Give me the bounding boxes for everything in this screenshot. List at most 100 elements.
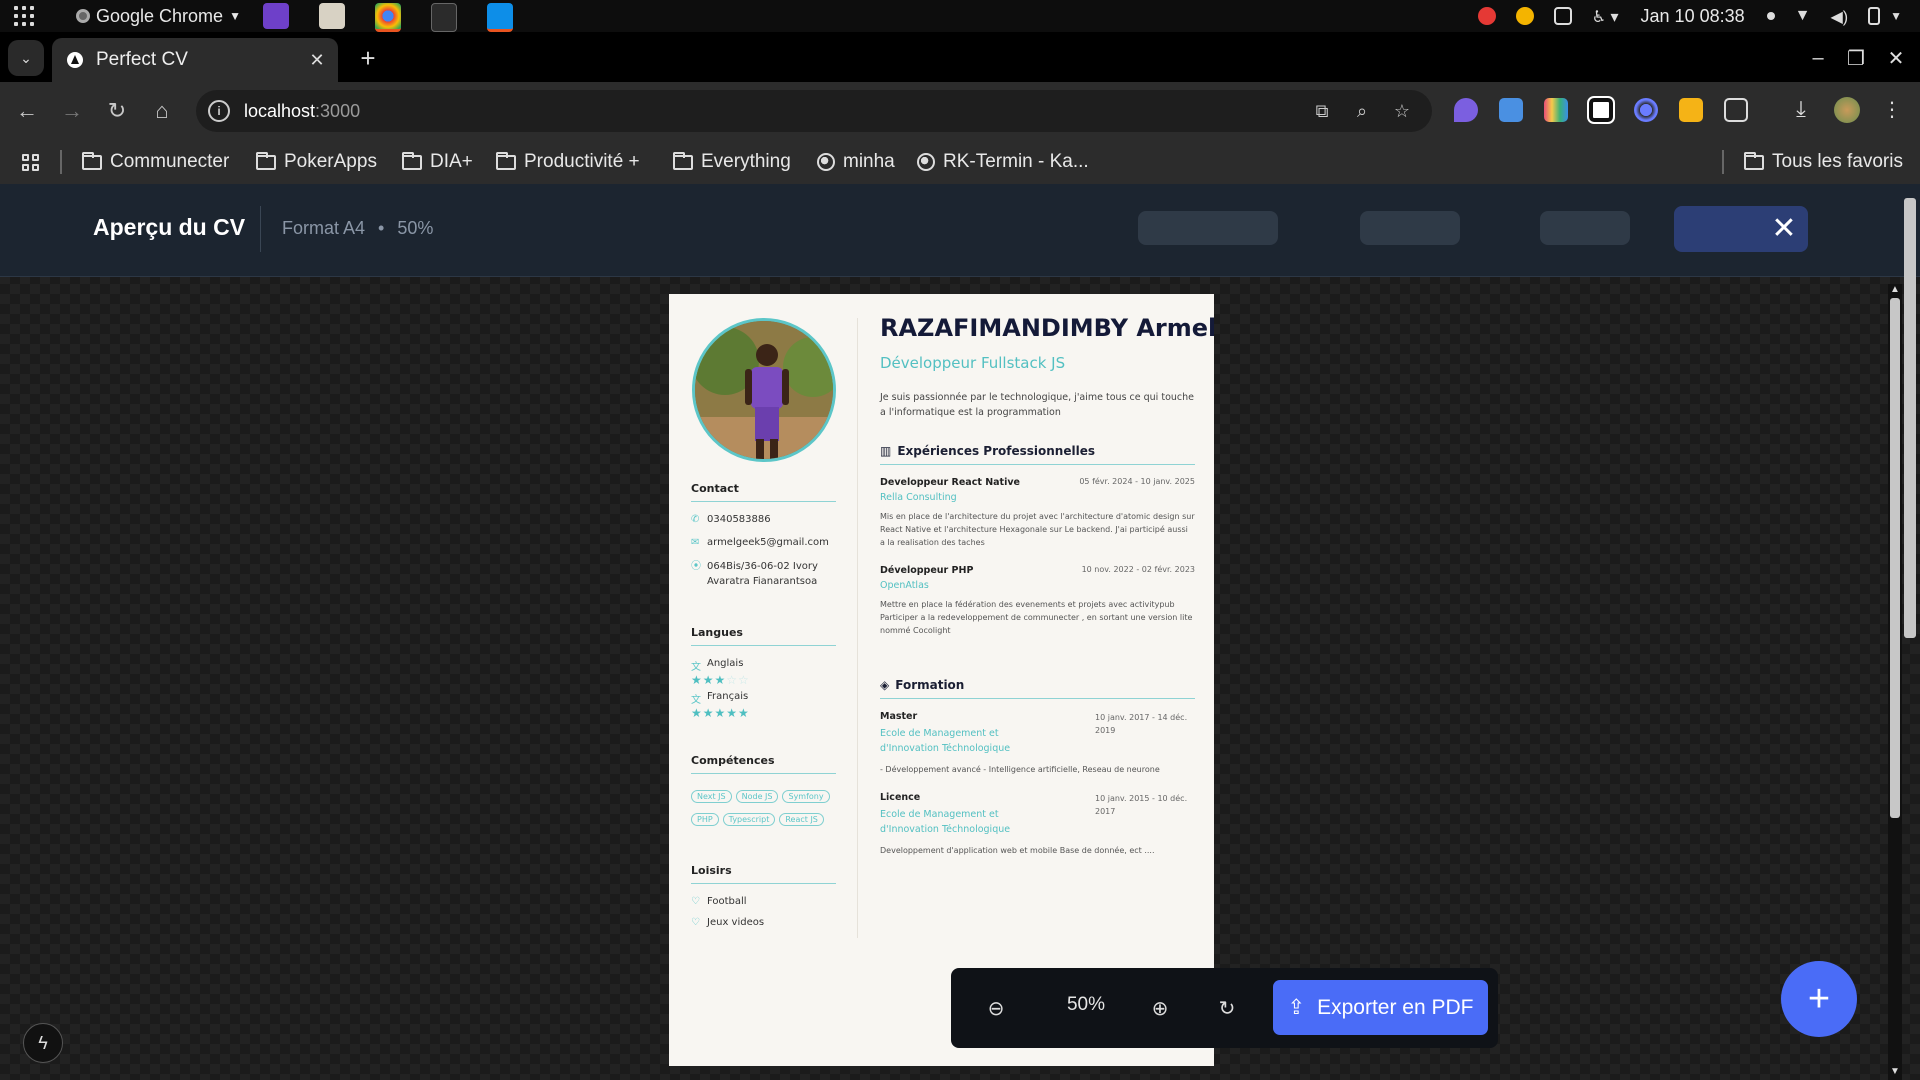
separator-dot: • bbox=[378, 218, 385, 238]
background-control bbox=[1540, 211, 1630, 245]
notification-app-icon[interactable] bbox=[1515, 7, 1534, 25]
wifi-icon[interactable]: ▼ bbox=[1795, 7, 1811, 25]
downloads-icon[interactable]: ⤓ bbox=[1789, 98, 1813, 122]
zoom-in-icon[interactable]: ⊕ bbox=[1142, 990, 1178, 1026]
active-app-menu[interactable]: Google Chrome ▼ bbox=[76, 6, 241, 27]
extension-purple-icon[interactable] bbox=[1454, 98, 1478, 122]
hobby-item: ♡ Football bbox=[691, 896, 836, 907]
education-description: - Développement avancé - Intelligence ar… bbox=[880, 765, 1160, 774]
bookmark-link[interactable]: RK-Termin - Ka... bbox=[917, 148, 1089, 176]
experience-company: OpenAtlas bbox=[880, 580, 929, 591]
clock[interactable]: Jan 10 08:38 bbox=[1641, 6, 1745, 27]
apps-grid-icon bbox=[22, 153, 39, 171]
language-rating: ★★★☆☆ bbox=[691, 673, 750, 687]
volume-icon[interactable]: ◀) bbox=[1830, 7, 1848, 26]
screen-share-icon[interactable] bbox=[1553, 7, 1572, 25]
page-scrollbar-thumb[interactable] bbox=[1904, 198, 1916, 638]
preview-scrollbar-thumb[interactable] bbox=[1890, 298, 1900, 818]
bookmark-label: Communecter bbox=[110, 151, 230, 172]
experience-dates: 05 févr. 2024 - 10 janv. 2025 bbox=[1079, 477, 1195, 486]
apps-shortcut[interactable] bbox=[22, 148, 39, 176]
contact-address: ⦿ 064Bis/36-06-02 Ivory Avaratra Fianaran… bbox=[691, 559, 836, 589]
section-rule bbox=[880, 698, 1195, 699]
cv-document: Contact ✆ 0340583886 ✉ armelgeek5@gmail.co… bbox=[669, 294, 1214, 1066]
bookmark-link[interactable]: minha bbox=[817, 148, 895, 176]
all-bookmarks-folder[interactable]: Tous les favoris bbox=[1744, 148, 1903, 176]
bookmark-divider bbox=[60, 150, 62, 174]
contact-section: Contact ✆ 0340583886 ✉ armelgeek5@gmail.co… bbox=[691, 482, 836, 589]
site-info-icon[interactable]: i bbox=[208, 100, 230, 122]
hobby-name: Jeux videos bbox=[707, 917, 765, 928]
experience-title: Expériences Professionnelles bbox=[897, 444, 1095, 458]
header-divider bbox=[260, 206, 261, 252]
bookmark-folder[interactable]: Productivité + bbox=[496, 148, 640, 176]
files-icon[interactable] bbox=[319, 3, 345, 29]
restore-icon[interactable]: ❐ bbox=[1838, 40, 1874, 76]
system-menu-chevron-icon[interactable]: ▼ bbox=[1890, 9, 1902, 23]
extensions-puzzle-icon[interactable] bbox=[1724, 98, 1748, 122]
close-tab-icon[interactable]: ✕ bbox=[304, 47, 330, 73]
bookmark-folder[interactable]: PokerApps bbox=[256, 148, 377, 176]
battery-icon[interactable] bbox=[1868, 7, 1881, 25]
language-rating: ★★★★★ bbox=[691, 706, 750, 720]
zoom-icon[interactable]: ⌕ bbox=[1350, 99, 1374, 123]
experience-description: Mis en place de l'architecture du projet… bbox=[880, 512, 1195, 547]
chrome-dock-icon[interactable] bbox=[375, 3, 401, 32]
forward-icon[interactable]: → bbox=[55, 94, 89, 128]
add-button[interactable]: + bbox=[1781, 961, 1857, 1037]
section-rule bbox=[691, 501, 836, 502]
bookmark-label: RK-Termin - Ka... bbox=[943, 151, 1089, 172]
folder-icon bbox=[402, 151, 422, 170]
scroll-up-icon[interactable]: ▲ bbox=[1890, 284, 1900, 295]
lightning-icon[interactable]: ϟ bbox=[23, 1023, 63, 1063]
accessibility-icon[interactable]: ♿ ▾ bbox=[1592, 7, 1619, 26]
bookmark-label: DIA+ bbox=[430, 151, 473, 172]
back-icon[interactable]: ← bbox=[10, 94, 44, 128]
tab-search-button[interactable]: ⌄ bbox=[8, 40, 44, 76]
extension-docs-icon[interactable] bbox=[1499, 98, 1523, 122]
background-control bbox=[1360, 211, 1460, 245]
home-icon[interactable]: ⌂ bbox=[145, 94, 179, 128]
extension-yellow-icon[interactable] bbox=[1679, 98, 1703, 122]
section-title: ▥ Expériences Professionnelles bbox=[880, 444, 1195, 458]
export-pdf-label: Exporter en PDF bbox=[1317, 995, 1474, 1019]
bookmark-folder[interactable]: DIA+ bbox=[402, 148, 473, 176]
scroll-down-icon[interactable]: ▼ bbox=[1890, 1066, 1900, 1077]
bookmark-folder[interactable]: Communecter bbox=[82, 148, 229, 176]
github-desktop-icon[interactable] bbox=[263, 3, 289, 29]
folder-icon bbox=[1744, 151, 1764, 170]
extension-frame-icon[interactable] bbox=[1587, 96, 1615, 124]
translate-icon[interactable]: ⧉ bbox=[1310, 99, 1334, 123]
new-tab-button[interactable]: + bbox=[352, 42, 384, 74]
zoom-out-icon[interactable]: ⊖ bbox=[978, 990, 1014, 1026]
bookmark-star-icon[interactable]: ☆ bbox=[1390, 99, 1414, 123]
close-preview-icon[interactable]: ✕ bbox=[1766, 210, 1802, 246]
bookmark-folder[interactable]: Everything bbox=[673, 148, 791, 176]
extension-gear-icon[interactable] bbox=[1634, 98, 1658, 122]
extension-color-icon[interactable] bbox=[1544, 98, 1568, 122]
reload-icon[interactable]: ↻ bbox=[100, 94, 134, 128]
heart-icon: ♡ bbox=[691, 896, 700, 907]
tab-perfect-cv[interactable]: Perfect CV ✕ bbox=[52, 38, 338, 82]
skill-tag: React JS bbox=[779, 813, 824, 826]
skill-tag: Symfony bbox=[782, 790, 830, 803]
address-bar[interactable]: i localhost:3000 ⧉ ⌕ ☆ bbox=[196, 90, 1432, 132]
minimize-icon[interactable]: – bbox=[1800, 40, 1836, 76]
skype-icon[interactable] bbox=[487, 3, 513, 32]
contact-email: ✉ armelgeek5@gmail.com bbox=[691, 537, 836, 548]
preview-controls: ⊖ 50% ⊕ ↻ ⇪ Exporter en PDF bbox=[951, 968, 1498, 1048]
languages-section: Langues 文 Anglais ★★★☆☆ 文 Français ★★★★★ bbox=[691, 626, 836, 720]
export-pdf-button[interactable]: ⇪ Exporter en PDF bbox=[1273, 980, 1488, 1035]
do-not-disturb-icon[interactable] bbox=[1477, 7, 1496, 25]
app-grid-icon[interactable] bbox=[12, 4, 36, 28]
reset-zoom-icon[interactable]: ↻ bbox=[1209, 990, 1245, 1026]
language-item: 文 Français bbox=[691, 691, 836, 706]
language-name: Anglais bbox=[707, 658, 744, 669]
chrome-menu-icon[interactable]: ⋮ bbox=[1880, 98, 1904, 122]
close-window-icon[interactable]: ✕ bbox=[1878, 40, 1914, 76]
profile-avatar[interactable] bbox=[1834, 97, 1860, 123]
tab-strip: ⌄ Perfect CV ✕ + – ❐ ✕ bbox=[0, 32, 1920, 82]
language-item: 文 Anglais bbox=[691, 658, 836, 673]
terminal-icon[interactable] bbox=[431, 3, 457, 32]
hobbies-section: Loisirs ♡ Football ♡ Jeux videos bbox=[691, 864, 836, 928]
